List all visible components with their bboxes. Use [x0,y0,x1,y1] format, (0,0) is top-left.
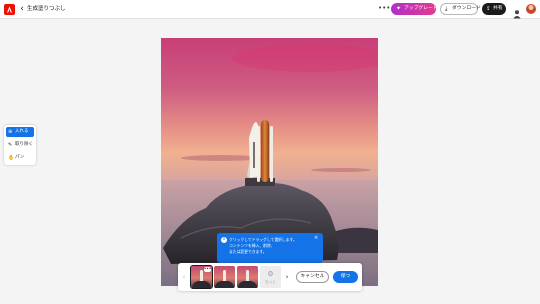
variation-thumbnail-3[interactable] [237,266,258,288]
adobe-a-icon [7,6,12,13]
user-icon[interactable] [512,4,522,19]
tool-pan[interactable]: ✋ パン [6,153,34,163]
upgrade-label: アップグレード [404,6,438,11]
tool-pan-label: パン [15,155,25,160]
tool-panel: ⊕ 入れる ✎ 取り除く ✋ パン [4,125,36,165]
thumbnail-rock [238,281,257,288]
info-icon: i [221,237,227,243]
more-variations-button[interactable]: ⚙ もっと [260,266,281,288]
more-variations-label: もっと [265,280,276,284]
tool-remove-label: 取り除く [15,142,33,147]
keep-button[interactable]: 保つ [333,271,358,283]
more-options-icon[interactable]: ••• [378,3,390,15]
share-button[interactable]: ⇪ 共有 [482,3,506,15]
thumbnail-rocket [246,270,249,281]
thumbnail-rocket [223,270,226,281]
chevron-right-icon[interactable]: › [283,272,291,282]
remove-icon: ✎ [8,142,13,148]
tooltip-message: クリックしてドラッグして選択します。 コンテンツを挿入、削除、 または変更できま… [229,237,297,254]
download-label: ダウンロード [452,6,481,11]
gear-icon: ⚙ [267,270,274,278]
variations-bar: ‹ ••• ⚙ もっと › キャンセル 保つ [178,263,362,291]
hint-tooltip: i クリックしてドラッグして選択します。 コンテンツを挿入、削除、 または変更で… [217,233,323,266]
thumbnail-options-icon[interactable]: ••• [204,267,211,272]
page-title: 生成塗りつぶし [27,6,66,12]
sparkle-icon: ✦ [396,5,402,12]
download-icon: ⤓ [445,6,448,12]
adobe-logo[interactable] [4,4,15,15]
pan-icon: ✋ [8,155,15,161]
chevron-left-icon[interactable]: ‹ [180,272,188,282]
close-icon[interactable]: × [314,235,318,241]
cancel-button[interactable]: キャンセル [296,271,329,283]
download-button[interactable]: ⤓ ダウンロード [440,3,481,15]
variation-thumbnail-1[interactable]: ••• [189,264,214,290]
share-icon: ⇪ [486,6,491,12]
tool-insert-label: 入れる [15,129,29,134]
insert-icon: ⊕ [8,129,13,135]
variation-thumbnail-2[interactable] [214,266,235,288]
thumbnail-rocket [200,270,203,281]
thumbnail-rock [192,281,211,288]
avatar[interactable] [526,4,536,14]
upgrade-button[interactable]: ✦ アップグレード [391,3,438,15]
back-chevron-icon[interactable]: ‹ [17,2,27,16]
thumbnail-rock [215,281,234,288]
top-bar: ‹ 生成塗りつぶし ••• ✦ アップグレード ⤓ ダウンロード ⇪ 共有 [0,0,540,19]
share-label: 共有 [493,6,503,11]
tool-remove[interactable]: ✎ 取り除く [6,140,34,150]
tool-insert[interactable]: ⊕ 入れる [6,127,34,137]
